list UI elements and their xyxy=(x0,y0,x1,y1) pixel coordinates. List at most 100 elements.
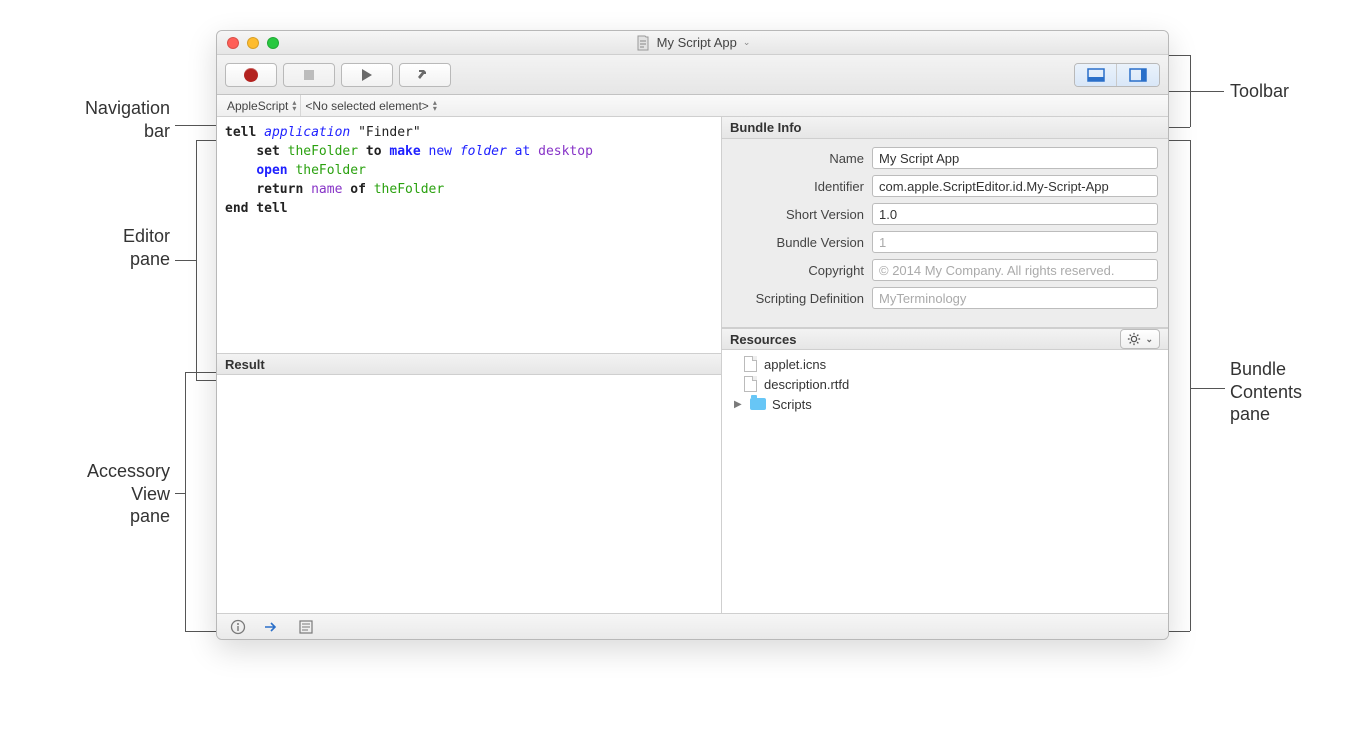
window-title[interactable]: My Script App ⌄ xyxy=(217,35,1168,51)
callout-navigation-bar: Navigation bar xyxy=(10,97,170,142)
hammer-icon xyxy=(417,67,433,83)
resource-item[interactable]: ▶ Scripts xyxy=(728,394,1162,414)
run-button[interactable] xyxy=(341,63,393,87)
short-version-label: Short Version xyxy=(732,207,872,222)
element-popup[interactable]: <No selected element> ▴▾ xyxy=(301,95,440,116)
code-token: theFolder xyxy=(374,182,444,197)
callout-editor-pane: Editor pane xyxy=(10,225,170,270)
resources-header: Resources ⌄ xyxy=(722,328,1168,350)
code-token: of xyxy=(350,182,366,197)
short-version-field[interactable] xyxy=(872,203,1158,225)
resource-name: applet.icns xyxy=(764,357,826,372)
pane-toggle-segmented xyxy=(1074,63,1160,87)
bundle-contents-pane: Bundle Info Name Identifier Short Versio… xyxy=(722,117,1168,613)
resource-item[interactable]: description.rtfd xyxy=(728,374,1162,394)
right-pane-icon xyxy=(1129,68,1147,82)
identifier-field[interactable] xyxy=(872,175,1158,197)
window-title-text: My Script App xyxy=(657,35,737,50)
script-editor-window: My Script App ⌄ A xyxy=(216,30,1169,640)
code-token: "Finder" xyxy=(358,125,421,140)
gear-icon xyxy=(1127,332,1141,346)
resources-list[interactable]: applet.icns description.rtfd ▶ Scripts xyxy=(722,350,1168,613)
stop-icon xyxy=(303,69,315,81)
toggle-bottom-pane-button[interactable] xyxy=(1075,64,1117,86)
callout-line xyxy=(196,380,216,381)
bundle-info-header: Bundle Info xyxy=(722,117,1168,139)
log-icon xyxy=(298,619,314,635)
popup-chevrons-icon: ▴▾ xyxy=(292,100,296,112)
code-token: set xyxy=(256,144,279,159)
element-label: <No selected element> xyxy=(305,99,428,113)
bundle-version-label: Bundle Version xyxy=(732,235,872,250)
toggle-right-pane-button[interactable] xyxy=(1117,64,1159,86)
description-tab-button[interactable] xyxy=(229,618,247,636)
result-tab-button[interactable] xyxy=(263,618,281,636)
callout-line xyxy=(175,260,196,261)
code-token: desktop xyxy=(538,144,593,159)
record-button[interactable] xyxy=(225,63,277,87)
code-token: new xyxy=(429,144,452,159)
code-token: end tell xyxy=(225,201,288,216)
callout-toolbar: Toolbar xyxy=(1230,80,1289,103)
scripting-definition-field[interactable] xyxy=(872,287,1158,309)
status-bar xyxy=(217,613,1168,639)
toolbar xyxy=(217,55,1168,95)
code-token: name xyxy=(311,182,342,197)
title-dropdown-icon[interactable]: ⌄ xyxy=(743,37,751,48)
resource-name: description.rtfd xyxy=(764,377,849,392)
callout-line xyxy=(1169,91,1224,92)
info-icon xyxy=(230,619,246,635)
callout-line xyxy=(175,125,216,126)
code-token: theFolder xyxy=(295,163,365,178)
callout-line xyxy=(175,493,185,494)
result-icon xyxy=(263,619,281,635)
disclosure-triangle-icon[interactable]: ▶ xyxy=(734,399,744,410)
zoom-window-button[interactable] xyxy=(267,37,279,49)
callout-line xyxy=(185,372,216,373)
resource-name: Scripts xyxy=(772,397,812,412)
compile-button[interactable] xyxy=(399,63,451,87)
record-icon xyxy=(244,68,258,82)
editor-pane[interactable]: tell application "Finder" set theFolder … xyxy=(217,117,721,353)
callout-line xyxy=(1169,631,1190,632)
code-token: make xyxy=(389,144,420,159)
titlebar[interactable]: My Script App ⌄ xyxy=(217,31,1168,55)
code-token: theFolder xyxy=(288,144,358,159)
result-body[interactable] xyxy=(217,375,721,613)
bundle-info-form: Name Identifier Short Version Bundle Ver… xyxy=(722,139,1168,328)
language-label: AppleScript xyxy=(227,99,288,113)
resources-action-menu[interactable]: ⌄ xyxy=(1120,329,1160,349)
callout-bracket xyxy=(1190,55,1191,127)
document-proxy-icon xyxy=(635,35,651,51)
stop-button[interactable] xyxy=(283,63,335,87)
callout-line xyxy=(1169,55,1190,56)
language-popup[interactable]: AppleScript ▴▾ xyxy=(223,95,301,116)
callout-accessory-view-pane: Accessory View pane xyxy=(10,460,170,528)
name-field[interactable] xyxy=(872,147,1158,169)
bottom-pane-icon xyxy=(1087,68,1105,82)
code-token: application xyxy=(264,125,350,140)
log-tab-button[interactable] xyxy=(297,618,315,636)
minimize-window-button[interactable] xyxy=(247,37,259,49)
resources-label: Resources xyxy=(730,332,796,347)
resource-item[interactable]: applet.icns xyxy=(728,354,1162,374)
bundle-version-field[interactable] xyxy=(872,231,1158,253)
callout-bracket xyxy=(196,140,197,380)
callout-line xyxy=(1169,140,1190,141)
rtfd-file-icon xyxy=(742,376,758,392)
callout-bracket xyxy=(185,372,186,632)
play-icon xyxy=(360,68,374,82)
identifier-label: Identifier xyxy=(732,179,872,194)
callout-line xyxy=(196,140,216,141)
copyright-field[interactable] xyxy=(872,259,1158,281)
icns-file-icon xyxy=(742,356,758,372)
callout-bracket xyxy=(1190,140,1191,631)
name-label: Name xyxy=(732,151,872,166)
callout-line xyxy=(185,631,216,632)
code-token: to xyxy=(366,144,382,159)
callout-line xyxy=(1190,388,1225,389)
folder-icon xyxy=(750,396,766,412)
code-token: folder xyxy=(460,144,507,159)
close-window-button[interactable] xyxy=(227,37,239,49)
copyright-label: Copyright xyxy=(732,263,872,278)
